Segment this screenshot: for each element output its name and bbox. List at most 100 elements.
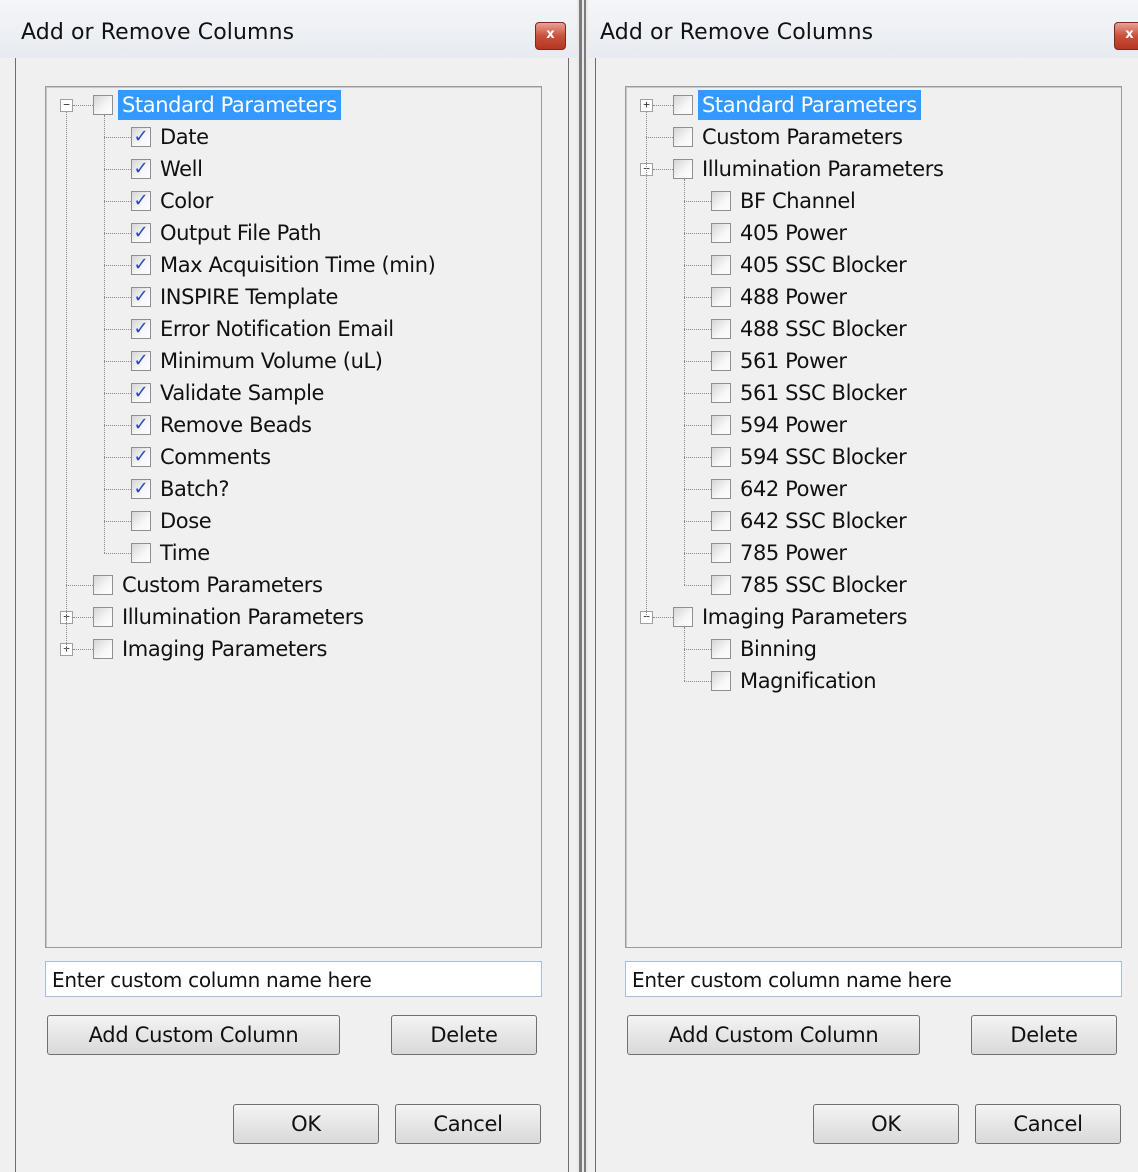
checkbox-642-ssc-blocker[interactable] <box>711 511 731 531</box>
checkbox-time[interactable] <box>131 543 151 563</box>
checkbox-642-power[interactable] <box>711 479 731 499</box>
checkbox-785-power[interactable] <box>711 543 731 563</box>
checkbox-validate-sample[interactable]: ✓ <box>131 383 151 403</box>
checkbox-remove-beads[interactable]: ✓ <box>131 415 151 435</box>
tree-connector <box>104 393 131 394</box>
tree-item-max-acquisition-time-min[interactable]: Max Acquisition Time (min) <box>156 250 439 280</box>
tree-connector <box>104 297 131 298</box>
cancel-button[interactable]: Cancel <box>395 1104 541 1144</box>
checkbox-imaging-parameters[interactable] <box>673 607 693 627</box>
tree-item-binning[interactable]: Binning <box>736 634 821 664</box>
tree-item-dose[interactable]: Dose <box>156 506 215 536</box>
checkbox-594-ssc-blocker[interactable] <box>711 447 731 467</box>
collapse-icon[interactable]: − <box>60 99 73 112</box>
tree-item-785-power[interactable]: 785 Power <box>736 538 851 568</box>
checkbox-well[interactable]: ✓ <box>131 159 151 179</box>
custom-column-input[interactable]: Enter custom column name here <box>45 961 542 997</box>
tree-item-comments[interactable]: Comments <box>156 442 275 472</box>
tree-item-594-power[interactable]: 594 Power <box>736 410 851 440</box>
checkbox-minimum-volume-ul[interactable]: ✓ <box>131 351 151 371</box>
add-custom-column-button[interactable]: Add Custom Column <box>47 1015 340 1055</box>
ok-button[interactable]: OK <box>813 1104 959 1144</box>
tree-item-remove-beads[interactable]: Remove Beads <box>156 410 316 440</box>
tree-item-488-ssc-blocker[interactable]: 488 SSC Blocker <box>736 314 910 344</box>
checkbox-error-notification-email[interactable]: ✓ <box>131 319 151 339</box>
checkbox-batch[interactable]: ✓ <box>131 479 151 499</box>
checkbox-bf-channel[interactable] <box>711 191 731 211</box>
checkbox-standard-parameters[interactable] <box>673 95 693 115</box>
close-button[interactable]: x <box>1114 22 1138 50</box>
close-button[interactable]: x <box>535 22 566 50</box>
tree-item-642-power[interactable]: 642 Power <box>736 474 851 504</box>
tree-item-561-ssc-blocker[interactable]: 561 SSC Blocker <box>736 378 910 408</box>
tree-item-date[interactable]: Date <box>156 122 213 152</box>
tree-item-custom-parameters[interactable]: Custom Parameters <box>698 122 907 152</box>
tree-item-validate-sample[interactable]: Validate Sample <box>156 378 328 408</box>
delete-button[interactable]: Delete <box>391 1015 537 1055</box>
checkbox-output-file-path[interactable]: ✓ <box>131 223 151 243</box>
tree-item-output-file-path[interactable]: Output File Path <box>156 218 325 248</box>
dialog-title: Add or Remove Columns <box>600 20 874 45</box>
delete-button[interactable]: Delete <box>971 1015 1117 1055</box>
checkbox-standard-parameters[interactable] <box>93 95 113 115</box>
checkbox-custom-parameters[interactable] <box>673 127 693 147</box>
tree-item-time[interactable]: Time <box>156 538 214 568</box>
tree-item-color[interactable]: Color <box>156 186 217 216</box>
tree-item-785-ssc-blocker[interactable]: 785 SSC Blocker <box>736 570 910 600</box>
add-custom-column-button[interactable]: Add Custom Column <box>627 1015 920 1055</box>
tree-item-inspire-template[interactable]: INSPIRE Template <box>156 282 342 312</box>
checkbox-dose[interactable] <box>131 511 151 531</box>
checkbox-594-power[interactable] <box>711 415 731 435</box>
tree-connector <box>684 553 711 554</box>
checkbox-binning[interactable] <box>711 639 731 659</box>
cancel-button[interactable]: Cancel <box>975 1104 1121 1144</box>
checkbox-illumination-parameters[interactable] <box>673 159 693 179</box>
checkbox-405-power[interactable] <box>711 223 731 243</box>
checkbox-illumination-parameters[interactable] <box>93 607 113 627</box>
tree-item-642-ssc-blocker[interactable]: 642 SSC Blocker <box>736 506 910 536</box>
tree-item-imaging-parameters[interactable]: Imaging Parameters <box>698 602 911 632</box>
checkbox-561-ssc-blocker[interactable] <box>711 383 731 403</box>
tree-item-imaging-parameters[interactable]: Imaging Parameters <box>118 634 331 664</box>
checkbox-comments[interactable]: ✓ <box>131 447 151 467</box>
custom-column-input[interactable]: Enter custom column name here <box>625 961 1122 997</box>
title-bar: Add or Remove Columns x <box>588 0 1138 58</box>
column-tree[interactable]: − Standard Parameters ✓ Date ✓ Well ✓ Color ✓ Out… <box>45 86 542 948</box>
column-tree[interactable]: + Standard Parameters Custom Parameters − Il… <box>625 86 1122 948</box>
checkbox-magnification[interactable] <box>711 671 731 691</box>
tree-item-batch[interactable]: Batch? <box>156 474 233 504</box>
checkbox-785-ssc-blocker[interactable] <box>711 575 731 595</box>
tree-item-well[interactable]: Well <box>156 154 207 184</box>
checkbox-488-ssc-blocker[interactable] <box>711 319 731 339</box>
checkbox-inspire-template[interactable]: ✓ <box>131 287 151 307</box>
checkbox-max-acquisition-time-min[interactable]: ✓ <box>131 255 151 275</box>
tree-connector <box>684 201 711 202</box>
tree-item-488-power[interactable]: 488 Power <box>736 282 851 312</box>
tree-item-405-ssc-blocker[interactable]: 405 SSC Blocker <box>736 250 910 280</box>
tree-item-illumination-parameters[interactable]: Illumination Parameters <box>118 602 368 632</box>
tree-item-bf-channel[interactable]: BF Channel <box>736 186 859 216</box>
tree-item-illumination-parameters[interactable]: Illumination Parameters <box>698 154 948 184</box>
checkbox-custom-parameters[interactable] <box>93 575 113 595</box>
tree-item-error-notification-email[interactable]: Error Notification Email <box>156 314 398 344</box>
checkbox-imaging-parameters[interactable] <box>93 639 113 659</box>
expand-icon[interactable]: + <box>640 99 653 112</box>
window-divider <box>584 0 586 1172</box>
ok-button[interactable]: OK <box>233 1104 379 1144</box>
tree-item-405-power[interactable]: 405 Power <box>736 218 851 248</box>
tree-item-magnification[interactable]: Magnification <box>736 666 880 696</box>
checkbox-561-power[interactable] <box>711 351 731 371</box>
tree-item-594-ssc-blocker[interactable]: 594 SSC Blocker <box>736 442 910 472</box>
tree-connector <box>104 115 105 553</box>
checkbox-488-power[interactable] <box>711 287 731 307</box>
left-dialog: Add or Remove Columns x − Standard Parame… <box>0 0 577 1172</box>
tree-item-standard-parameters[interactable]: Standard Parameters <box>698 90 921 120</box>
tree-item-standard-parameters[interactable]: Standard Parameters <box>118 90 341 120</box>
checkbox-date[interactable]: ✓ <box>131 127 151 147</box>
checkbox-color[interactable]: ✓ <box>131 191 151 211</box>
tree-item-minimum-volume-ul[interactable]: Minimum Volume (uL) <box>156 346 387 376</box>
checkbox-405-ssc-blocker[interactable] <box>711 255 731 275</box>
tree-connector <box>104 233 131 234</box>
tree-item-custom-parameters[interactable]: Custom Parameters <box>118 570 327 600</box>
tree-item-561-power[interactable]: 561 Power <box>736 346 851 376</box>
